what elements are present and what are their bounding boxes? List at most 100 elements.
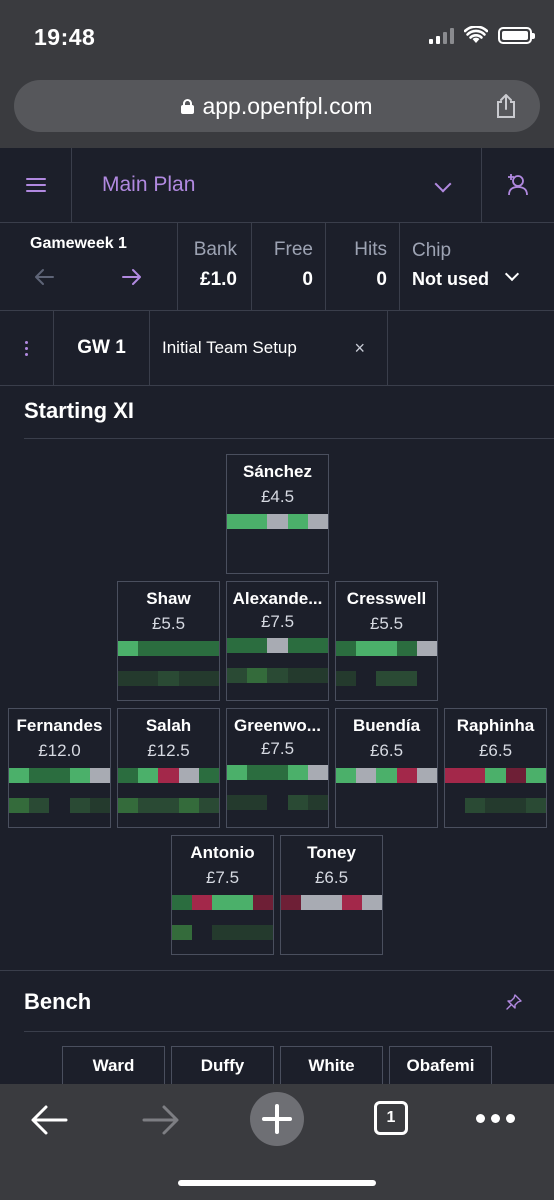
player-name: Obafemi — [406, 1056, 475, 1075]
chevron-down-icon — [434, 175, 452, 193]
player-card[interactable]: Raphinha £6.5 — [444, 708, 547, 828]
pin-icon[interactable] — [506, 994, 522, 1010]
fixture-difficulty-strip — [118, 798, 220, 813]
player-name: Sánchez — [243, 462, 312, 481]
free-label: Free — [273, 239, 313, 260]
wifi-icon — [464, 26, 488, 43]
hits-stat: Hits 0 — [326, 223, 400, 310]
url-bar[interactable]: app.openfpl.com — [14, 80, 540, 132]
next-gameweek-arrow-icon[interactable] — [121, 267, 143, 287]
status-time: 19:48 — [34, 24, 96, 50]
fixture-difficulty-strip — [227, 638, 329, 653]
add-user-button[interactable] — [482, 148, 554, 222]
transfer-tabs: GW 1 Initial Team Setup × — [0, 311, 554, 386]
forward-arrow-icon[interactable] — [142, 1104, 180, 1136]
bench-player-card[interactable]: Ward — [62, 1046, 165, 1086]
bench-player-card[interactable]: Duffy — [171, 1046, 274, 1086]
browser-top-chrome: 19:48 app.openfpl.com — [0, 0, 554, 148]
player-price: £7.5 — [205, 868, 240, 887]
tab-initial-team-setup[interactable]: Initial Team Setup × — [150, 311, 388, 385]
player-name: Toney — [307, 843, 356, 862]
player-card[interactable]: Sánchez £4.5 — [226, 454, 329, 574]
player-card[interactable]: Alexande... £7.5 — [226, 581, 329, 701]
bench-player-card[interactable]: Obafemi — [389, 1046, 492, 1086]
free-transfers-stat: Free 0 — [252, 223, 326, 310]
player-price: £12.0 — [38, 741, 81, 760]
chip-selector[interactable]: Chip Not used — [400, 223, 554, 310]
fixture-difficulty-strip — [336, 671, 438, 686]
hits-label: Hits — [354, 239, 387, 260]
fixture-difficulty-strip — [227, 795, 329, 810]
share-icon[interactable] — [494, 93, 518, 119]
fixture-difficulty-strip — [172, 925, 274, 940]
free-value: 0 — [302, 269, 313, 290]
new-tab-plus-icon[interactable] — [250, 1092, 304, 1146]
player-card[interactable]: Salah £12.5 — [117, 708, 220, 828]
fixture-difficulty-strip — [118, 641, 220, 656]
player-name: White — [308, 1056, 355, 1075]
bench-player-card[interactable]: White — [280, 1046, 383, 1086]
chip-value: Not used — [412, 269, 490, 289]
player-name: Duffy — [200, 1056, 245, 1075]
hits-value: 0 — [376, 269, 387, 290]
menu-button[interactable] — [0, 148, 72, 222]
player-name: Antonio — [190, 843, 255, 862]
fixture-difficulty-strip — [227, 514, 329, 529]
player-name: Raphinha — [456, 716, 535, 735]
player-price: £7.5 — [260, 739, 295, 758]
fixture-difficulty-strip — [281, 895, 383, 910]
tab-gw-1[interactable]: GW 1 — [54, 311, 150, 385]
fixture-difficulty-strip — [445, 798, 547, 813]
player-card[interactable]: Greenwo... £7.5 — [226, 708, 329, 828]
player-price: £5.5 — [151, 614, 186, 633]
plan-name: Main Plan — [102, 173, 196, 196]
bank-value: £1.0 — [200, 269, 237, 290]
fixture-difficulty-strip — [9, 798, 111, 813]
more-menu-icon[interactable] — [476, 1114, 515, 1123]
gameweek-nav: Gameweek 1 — [0, 223, 178, 310]
player-name: Salah — [145, 716, 192, 735]
cellular-signal-icon — [429, 27, 454, 44]
starting-xi-title: Starting XI — [24, 398, 135, 423]
gameweek-title: Gameweek 1 — [30, 235, 127, 252]
status-icons — [429, 26, 535, 44]
chip-label: Chip — [412, 240, 452, 261]
bank-stat: Bank £1.0 — [178, 223, 252, 310]
player-card[interactable]: Toney £6.5 — [280, 835, 383, 955]
app-header: Main Plan — [0, 148, 554, 223]
fixture-difficulty-strip — [118, 768, 220, 783]
player-price: £7.5 — [260, 612, 295, 631]
previous-gameweek-arrow-icon[interactable] — [33, 267, 55, 287]
player-card[interactable]: Antonio £7.5 — [171, 835, 274, 955]
tabs-count-button[interactable]: 1 — [374, 1101, 408, 1135]
fixture-difficulty-strip — [445, 768, 547, 783]
hamburger-icon — [25, 178, 46, 192]
more-options-icon[interactable] — [0, 311, 54, 385]
fixture-difficulty-strip — [9, 768, 111, 783]
player-price: £12.5 — [147, 741, 190, 760]
player-name: Ward — [92, 1056, 135, 1075]
fixture-difficulty-strip — [172, 895, 274, 910]
divider — [24, 438, 554, 439]
gameweek-row: Gameweek 1 Bank £1.0 Free 0 Hits 0 Chip … — [0, 223, 554, 311]
player-price: £6.5 — [314, 868, 349, 887]
fixture-difficulty-strip — [118, 671, 220, 686]
back-arrow-icon[interactable] — [30, 1104, 68, 1136]
player-card[interactable]: Buendía £6.5 — [335, 708, 438, 828]
status-bar: 19:48 — [0, 0, 554, 72]
player-card[interactable]: Fernandes £12.0 — [8, 708, 111, 828]
plan-selector[interactable]: Main Plan — [72, 148, 482, 222]
player-name: Greenwo... — [234, 716, 321, 735]
url-text: app.openfpl.com — [202, 92, 373, 119]
player-card[interactable]: Shaw £5.5 — [117, 581, 220, 701]
fixture-difficulty-strip — [227, 668, 329, 683]
player-card[interactable]: Cresswell £5.5 — [335, 581, 438, 701]
fixture-difficulty-strip — [336, 768, 438, 783]
fixture-difficulty-strip — [227, 765, 329, 780]
add-user-icon — [508, 174, 528, 196]
close-icon[interactable]: × — [354, 338, 365, 359]
bank-label: Bank — [193, 239, 237, 260]
fixture-difficulty-strip — [336, 641, 438, 656]
player-price: £6.5 — [478, 741, 513, 760]
chevron-down-icon — [504, 266, 520, 282]
